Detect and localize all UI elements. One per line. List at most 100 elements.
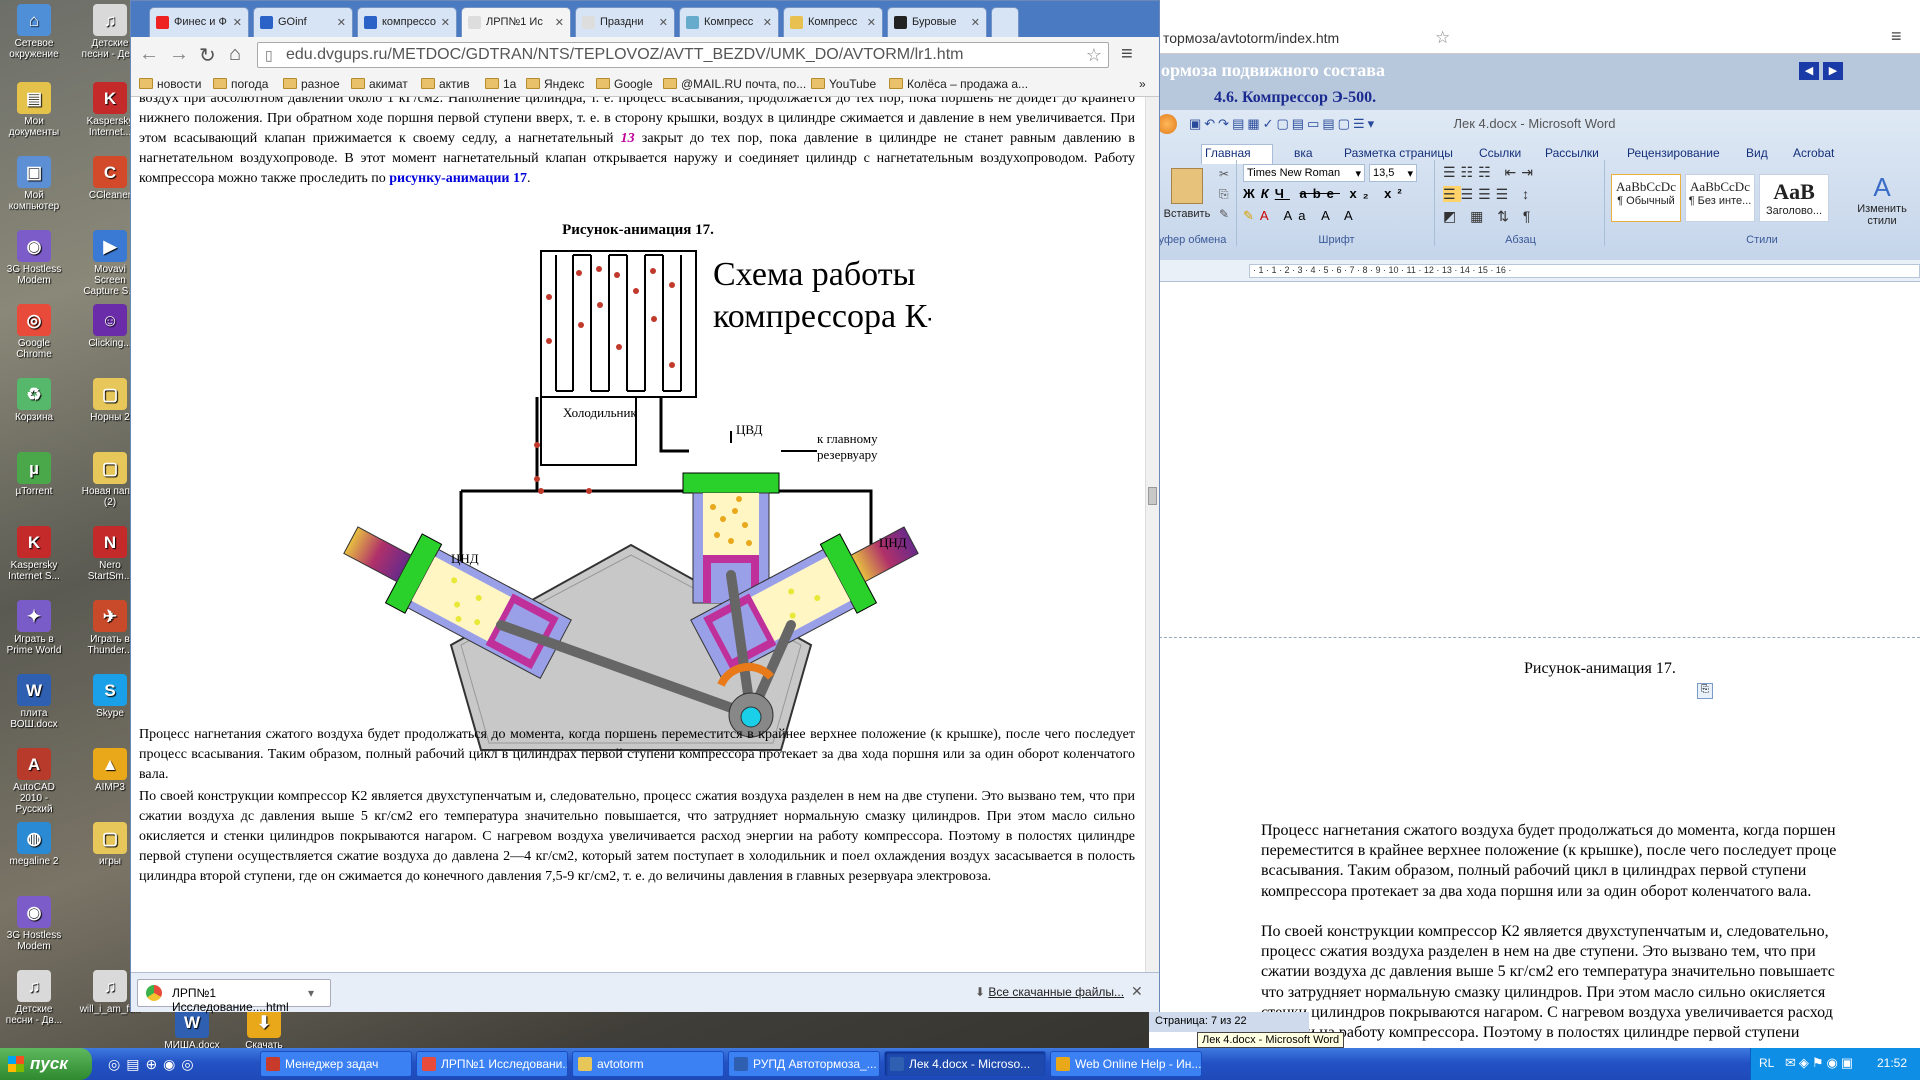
- taskbar-button[interactable]: Менеджер задач: [260, 1051, 412, 1077]
- tab-close-icon[interactable]: ✕: [441, 16, 450, 29]
- change-styles-button[interactable]: A Изменить стили: [1847, 172, 1917, 227]
- paste-options-icon[interactable]: ⎘: [1697, 683, 1713, 699]
- cut-copy-icons[interactable]: ✂ ⎘ ✎: [1219, 164, 1229, 224]
- word-page[interactable]: Рисунок-анимация 17. ⎘ Процесс нагнетани…: [1149, 283, 1920, 1048]
- next-arrow-icon[interactable]: ▶: [1823, 62, 1843, 80]
- ribbon-tab[interactable]: вка: [1294, 146, 1313, 160]
- menu-icon[interactable]: ≡: [1891, 26, 1902, 47]
- ribbon-tab[interactable]: Acrobat: [1793, 146, 1834, 160]
- language-indicator[interactable]: RL: [1759, 1056, 1774, 1070]
- ribbon-tab[interactable]: Рецензирование: [1627, 146, 1720, 160]
- ribbon-tab[interactable]: Рассылки: [1545, 146, 1599, 160]
- word-window[interactable]: тормоза/avtotorm/index.htm ☆ ≡ ормоза по…: [1149, 0, 1920, 1048]
- desktop-icon[interactable]: ◉ 3G Hostless Modem: [2, 896, 66, 952]
- list-buttons[interactable]: ☰☷☵ ⇤⇥: [1443, 164, 1538, 181]
- browser-tab[interactable]: Компресс ✕: [783, 7, 883, 37]
- browser-tab[interactable]: Праздни ✕: [575, 7, 675, 37]
- bookmark-item[interactable]: Колёса – продажа а...: [889, 77, 1028, 91]
- quick-access-toolbar[interactable]: ▣↶↷▤▦✓▢▤▭▤▢☰▾: [1189, 116, 1377, 132]
- back-arrow-icon[interactable]: ←: [139, 43, 159, 66]
- tab-close-icon[interactable]: ✕: [233, 16, 242, 29]
- desktop-icon[interactable]: ♫ Детские песни - Дв...: [2, 970, 66, 1026]
- bookmark-item[interactable]: 1a: [485, 77, 516, 91]
- bookmarks-more[interactable]: »: [1139, 77, 1146, 91]
- chrome-window[interactable]: Финес и Ф ✕ GOinf ✕ компрессо ✕ ЛРП№1 Ис ✕ Празд…: [130, 0, 1160, 1014]
- desktop-icon[interactable]: ▤ Мои документы: [2, 82, 66, 138]
- prev-arrow-icon[interactable]: ◀: [1799, 62, 1819, 80]
- desktop-icon[interactable]: ◉ 3G Hostless Modem: [2, 230, 66, 286]
- tray-icons[interactable]: ✉◈⚑◉▣: [1785, 1055, 1856, 1071]
- desktop-icon[interactable]: ◎ Google Chrome: [2, 304, 66, 360]
- desktop-icon[interactable]: ◍ megaline 2: [2, 822, 66, 867]
- figure-link[interactable]: рисунку-анимации 17: [389, 171, 527, 186]
- quick-launch[interactable]: ◎▤⊕◉◎: [108, 1056, 200, 1073]
- tab-close-icon[interactable]: ✕: [555, 16, 564, 29]
- paste-icon[interactable]: [1171, 168, 1203, 204]
- desktop-icon[interactable]: Wплита ВОШ.docx: [2, 674, 66, 730]
- chrome-menu-icon[interactable]: ≡: [1121, 43, 1133, 66]
- bookmark-star-icon[interactable]: ☆: [1086, 43, 1102, 67]
- bookmark-item[interactable]: @MAIL.RU почта, по...: [663, 77, 806, 91]
- download-item[interactable]: ЛРП№1 Исследование....html ▾: [137, 979, 331, 1014]
- ribbon-tab[interactable]: Разметка страницы: [1344, 146, 1453, 160]
- forward-arrow-icon[interactable]: →: [169, 43, 189, 66]
- star-icon[interactable]: ☆: [1435, 28, 1450, 48]
- tab-close-icon[interactable]: ✕: [763, 16, 772, 29]
- tab-close-icon[interactable]: ✕: [971, 16, 980, 29]
- close-downloads-icon[interactable]: ✕: [1131, 983, 1143, 1000]
- tab-close-icon[interactable]: ✕: [867, 16, 876, 29]
- bookmark-item[interactable]: новости: [139, 77, 201, 91]
- align-buttons[interactable]: ☰☰☰☰ ↕: [1443, 186, 1534, 203]
- browser-tab[interactable]: Финес и Ф ✕: [149, 7, 249, 37]
- address-bar[interactable]: ▯ edu.dvgups.ru/METDOC/GDTRAN/NTS/TEPLOV…: [257, 42, 1109, 68]
- font-name-select[interactable]: Times New Roman ▾: [1243, 164, 1365, 182]
- shading-buttons[interactable]: ◩ ▦ ⇅ ¶: [1443, 208, 1535, 225]
- browser-tab[interactable]: Компресс ✕: [679, 7, 779, 37]
- font-format-buttons[interactable]: ЖКЧ abe x₂ x²: [1243, 186, 1408, 201]
- home-icon[interactable]: ⌂: [229, 43, 241, 66]
- bookmark-item[interactable]: Google: [596, 77, 653, 91]
- word-ruler[interactable]: · 1 · 1 · 2 · 3 · 4 · 5 · 6 · 7 · 8 · 9 …: [1149, 260, 1920, 282]
- taskbar-button[interactable]: Web Online Help - Ин...: [1050, 1051, 1202, 1077]
- taskbar-button[interactable]: РУПД Автотормоза_...: [728, 1051, 880, 1077]
- bookmark-item[interactable]: погода: [213, 77, 268, 91]
- reload-icon[interactable]: ↻: [199, 43, 216, 68]
- page-content[interactable]: воздух при абсолютном давлении около 1 к…: [131, 97, 1145, 972]
- all-downloads-link[interactable]: ⬇ Все скачанные файлы...: [975, 985, 1124, 999]
- bookmark-item[interactable]: разное: [283, 77, 340, 91]
- browser-tab[interactable]: GOinf ✕: [253, 7, 353, 37]
- tab-close-icon[interactable]: ✕: [659, 16, 668, 29]
- bookmark-item[interactable]: Яндекс: [526, 77, 584, 91]
- desktop-icon[interactable]: ▣ Мой компьютер: [2, 156, 66, 212]
- browser-tab[interactable]: Буровые ✕: [887, 7, 987, 37]
- browser-tab[interactable]: ЛРП№1 Ис ✕: [461, 7, 571, 37]
- office-button-icon[interactable]: [1157, 114, 1177, 134]
- vertical-scrollbar[interactable]: [1145, 97, 1159, 972]
- desktop-icon[interactable]: A AutoCAD 2010 - Русский: [2, 748, 66, 815]
- taskbar-button[interactable]: ЛРП№1 Исследовани...: [416, 1051, 568, 1077]
- font-size-select[interactable]: 13,5 ▾: [1369, 164, 1417, 182]
- background-address-bar[interactable]: тормоза/avtotorm/index.htm ☆ ≡: [1149, 22, 1920, 54]
- ribbon-tab[interactable]: Главная: [1205, 146, 1251, 160]
- desktop-icon[interactable]: ⌂ Сетевое окружение: [2, 4, 66, 60]
- download-menu-icon[interactable]: ▾: [308, 986, 314, 1000]
- ribbon-tab[interactable]: Вид: [1746, 146, 1768, 160]
- taskbar-button[interactable]: Лек 4.docx - Microso...: [884, 1051, 1046, 1077]
- taskbar-button[interactable]: avtotorm: [572, 1051, 724, 1077]
- style-swatch[interactable]: AaBbCcDc ¶ Обычный: [1611, 174, 1681, 222]
- ribbon-tab[interactable]: Ссылки: [1479, 146, 1521, 160]
- desktop-icon[interactable]: ♻ Корзина: [2, 378, 66, 423]
- bookmark-item[interactable]: актив: [421, 77, 470, 91]
- start-button[interactable]: пуск: [0, 1048, 92, 1080]
- font-color-buttons[interactable]: ✎A Аа A A: [1243, 208, 1359, 224]
- desktop-icon[interactable]: ✦ Играть в Prime World: [2, 600, 66, 656]
- paste-button[interactable]: Вставить: [1155, 208, 1219, 220]
- new-tab-button[interactable]: [991, 7, 1019, 37]
- style-swatch[interactable]: AaBbCcDc ¶ Без инте...: [1685, 174, 1755, 222]
- bookmark-item[interactable]: YouTube: [811, 77, 876, 91]
- desktop-icon[interactable]: K Kaspersky Internet S...: [2, 526, 66, 582]
- style-swatch[interactable]: AaB Заголово...: [1759, 174, 1829, 222]
- bookmark-item[interactable]: акимат: [351, 77, 408, 91]
- tab-close-icon[interactable]: ✕: [337, 16, 346, 29]
- browser-tab[interactable]: компрессо ✕: [357, 7, 457, 37]
